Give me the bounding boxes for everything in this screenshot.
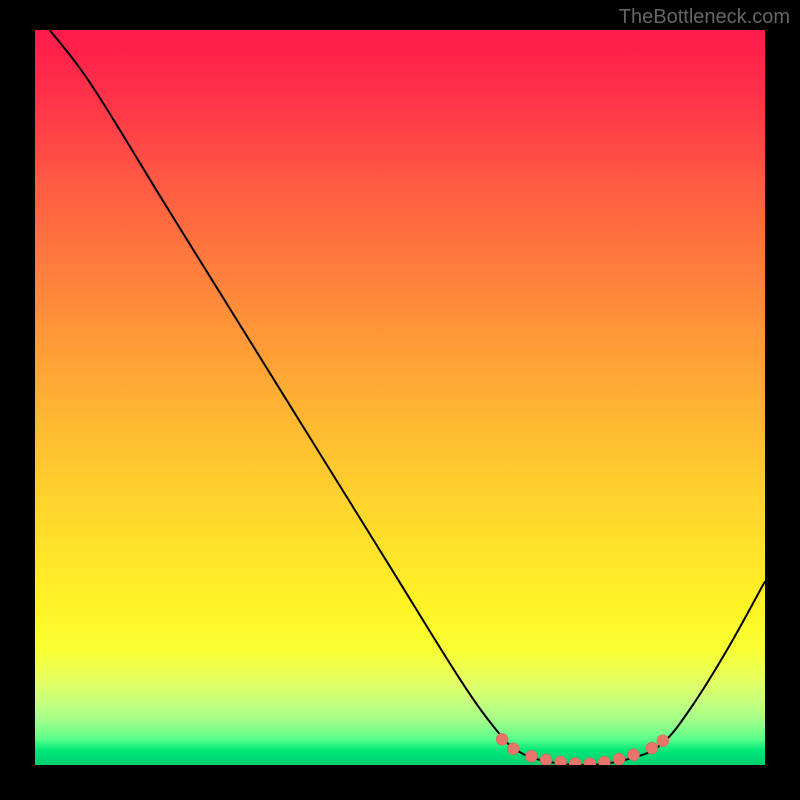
watermark-text: TheBottleneck.com bbox=[619, 6, 790, 29]
data-marker bbox=[613, 753, 625, 765]
data-marker bbox=[646, 742, 658, 754]
markers-group bbox=[496, 733, 669, 765]
data-marker bbox=[657, 735, 669, 747]
data-marker bbox=[628, 749, 640, 761]
data-marker bbox=[540, 754, 552, 765]
data-marker bbox=[584, 758, 596, 766]
data-marker bbox=[598, 756, 610, 765]
curve-line bbox=[50, 30, 765, 765]
chart-plot-area bbox=[35, 30, 765, 765]
data-marker bbox=[555, 756, 567, 765]
data-marker bbox=[569, 758, 581, 766]
data-marker bbox=[525, 750, 537, 762]
data-marker bbox=[496, 733, 508, 745]
data-marker bbox=[507, 743, 519, 755]
chart-svg bbox=[35, 30, 765, 765]
